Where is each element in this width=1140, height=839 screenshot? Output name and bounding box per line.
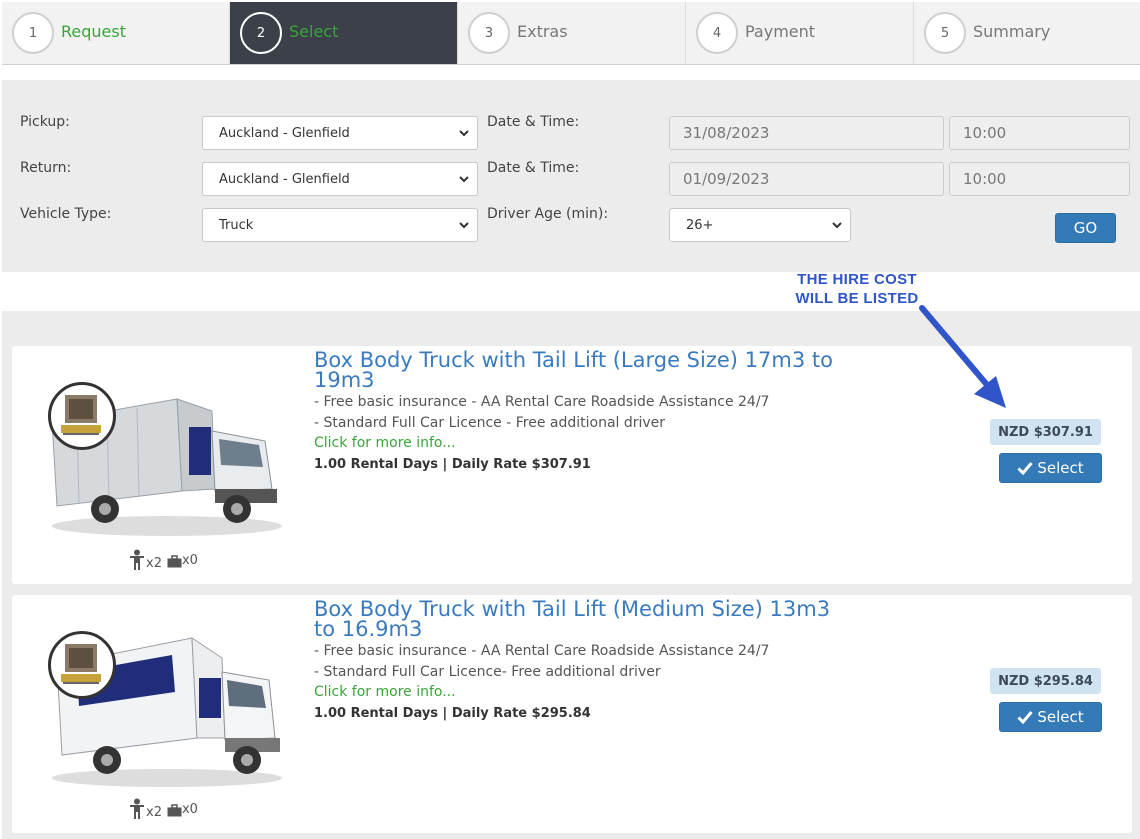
pickup-time-input[interactable]: 10:00 <box>949 116 1130 150</box>
return-label: Return: <box>20 160 72 176</box>
luggage: x0 <box>167 802 198 817</box>
rate-summary: 1.00 Rental Days | Daily Rate $307.91 <box>314 457 591 472</box>
vehicle-title[interactable]: Box Body Truck with Tail Lift (Medium Si… <box>314 599 834 640</box>
select-button[interactable]: Select <box>999 702 1102 732</box>
capacity-info: x2 x0 <box>128 798 198 820</box>
annotation-line: THE HIRE COST <box>797 271 917 288</box>
price-badge: NZD $295.84 <box>990 668 1101 694</box>
vehicle-card: x2 x0 Box Body Truck with Tail Lift (Med… <box>12 595 1132 833</box>
check-icon <box>1017 462 1034 475</box>
select-label: Select <box>1037 708 1084 726</box>
step-number: 5 <box>924 12 966 54</box>
pickup-label: Pickup: <box>20 114 70 130</box>
vehicle-feature: - Free basic insurance - AA Rental Care … <box>314 394 770 410</box>
driver-age-label: Driver Age (min): <box>487 206 609 222</box>
rate-summary: 1.00 Rental Days | Daily Rate $295.84 <box>314 706 591 721</box>
select-button[interactable]: Select <box>999 453 1102 483</box>
luggage-count: x0 <box>181 552 198 568</box>
step-label: Summary <box>973 21 1051 41</box>
capacity-info: x2 x0 <box>128 549 198 571</box>
step-label: Payment <box>745 21 816 41</box>
search-panel: Pickup: Auckland - Glenfield Return: Auc… <box>2 80 1140 272</box>
person-icon <box>130 549 144 570</box>
step-label: Select <box>289 21 339 41</box>
luggage: x0 <box>167 553 198 568</box>
vehicle-title[interactable]: Box Body Truck with Tail Lift (Large Siz… <box>314 350 834 391</box>
step-request[interactable]: 1 Request <box>2 2 230 64</box>
vehicle-feature: - Standard Full Car Licence- Free additi… <box>314 664 661 680</box>
passengers: x2 <box>128 549 162 571</box>
step-number: 3 <box>468 12 510 54</box>
step-number: 1 <box>12 12 54 54</box>
step-payment[interactable]: 4 Payment <box>686 2 914 64</box>
vehicle-feature: - Free basic insurance - AA Rental Care … <box>314 643 770 659</box>
vehicle-feature: - Standard Full Car Licence - Free addit… <box>314 415 666 431</box>
tail-lift-icon <box>48 382 116 450</box>
luggage-count: x0 <box>181 801 198 817</box>
chevron-down-icon <box>459 130 469 137</box>
return-time-input[interactable]: 10:00 <box>949 162 1130 196</box>
step-label: Extras <box>517 21 568 41</box>
step-number: 4 <box>696 12 738 54</box>
passengers: x2 <box>128 798 162 820</box>
arrow-icon <box>919 305 1006 408</box>
pickup-date-input[interactable]: 31/08/2023 <box>669 116 944 150</box>
step-label: Request <box>61 21 126 41</box>
go-button[interactable]: GO <box>1055 213 1116 243</box>
check-icon <box>1017 711 1034 724</box>
briefcase-icon <box>167 554 182 567</box>
pickup-location-value: Auckland - Glenfield <box>219 125 350 141</box>
progress-steps: 1 Request 2 Select 3 Extras 4 Payment 5 … <box>2 2 1140 65</box>
vehicle-type-label: Vehicle Type: <box>20 206 112 222</box>
vehicle-type-value: Truck <box>219 217 254 233</box>
chevron-down-icon <box>459 176 469 183</box>
more-info-link[interactable]: Click for more info... <box>314 684 456 700</box>
chevron-down-icon <box>832 222 842 229</box>
step-summary[interactable]: 5 Summary <box>914 2 1140 64</box>
step-number: 2 <box>240 12 282 54</box>
select-label: Select <box>1037 459 1084 477</box>
driver-age-select[interactable]: 26+ <box>669 208 851 242</box>
return-location-select[interactable]: Auckland - Glenfield <box>202 162 478 196</box>
person-icon <box>130 798 144 819</box>
vehicle-type-select[interactable]: Truck <box>202 208 478 242</box>
briefcase-icon <box>167 803 182 816</box>
tail-lift-icon <box>48 631 116 699</box>
passenger-count: x2 <box>146 805 162 820</box>
return-date-input[interactable]: 01/09/2023 <box>669 162 944 196</box>
more-info-link[interactable]: Click for more info... <box>314 435 456 451</box>
step-select[interactable]: 2 Select <box>230 2 458 64</box>
pickup-location-select[interactable]: Auckland - Glenfield <box>202 116 478 150</box>
passenger-count: x2 <box>146 556 162 571</box>
return-location-value: Auckland - Glenfield <box>219 171 350 187</box>
return-datetime-label: Date & Time: <box>487 160 580 176</box>
chevron-down-icon <box>459 222 469 229</box>
price-badge: NZD $307.91 <box>990 419 1101 445</box>
driver-age-value: 26+ <box>686 217 714 233</box>
step-extras[interactable]: 3 Extras <box>458 2 686 64</box>
pickup-datetime-label: Date & Time: <box>487 114 580 130</box>
